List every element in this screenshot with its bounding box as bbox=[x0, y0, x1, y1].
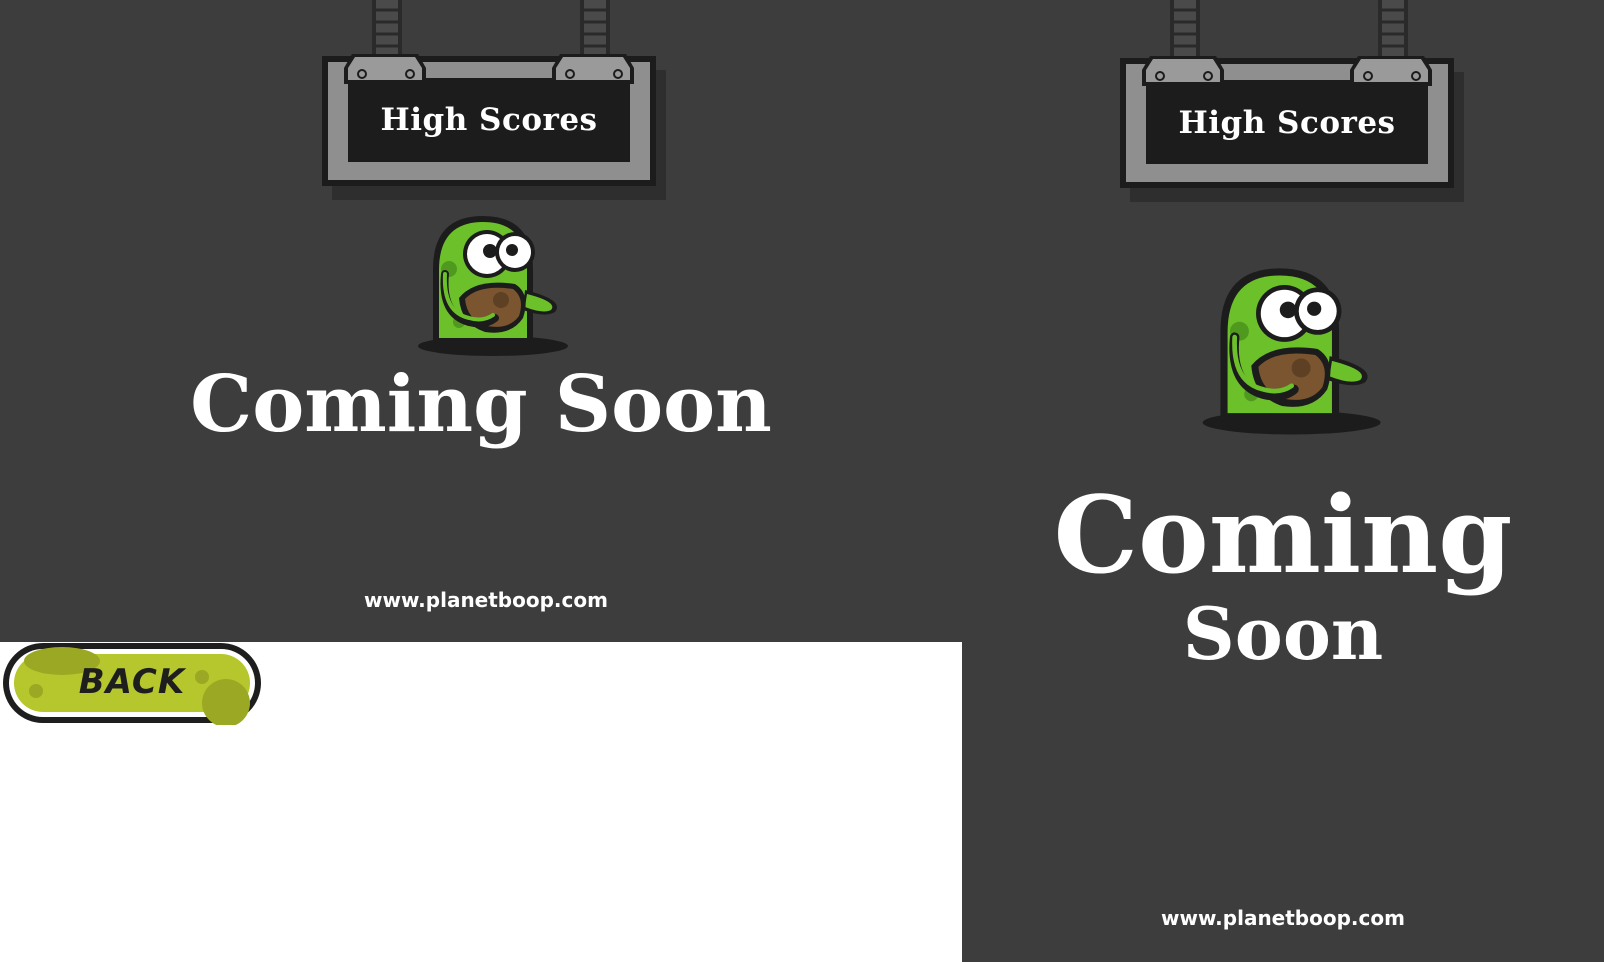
sign-title: High Scores bbox=[1178, 105, 1396, 141]
high-scores-sign: High Scores bbox=[318, 0, 672, 200]
back-button[interactable]: BACK bbox=[0, 641, 264, 725]
mascot-image bbox=[415, 214, 575, 359]
coming-title-line1: Coming bbox=[1053, 472, 1513, 597]
hanging-sign-icon bbox=[1120, 0, 1464, 202]
green-alien-mascot-icon bbox=[1202, 268, 1381, 435]
sign-title: High Scores bbox=[380, 102, 598, 138]
green-alien-mascot-icon bbox=[418, 216, 568, 356]
coming-title-line2: Soon bbox=[1182, 591, 1384, 676]
mascot-image bbox=[1199, 266, 1389, 438]
website-url: www.planetboop.com bbox=[364, 588, 608, 612]
portrait-screen: High Scores Coming Soon www.planetboop.c bbox=[962, 0, 1604, 962]
coming-soon-title: Coming Soon bbox=[190, 359, 772, 450]
landscape-screen: High Scores Coming Soon www.planetboop.c… bbox=[0, 0, 962, 642]
website-url: www.planetboop.com bbox=[1161, 906, 1405, 930]
hanging-sign-icon bbox=[322, 0, 666, 200]
high-scores-sign: High Scores bbox=[1116, 0, 1470, 204]
back-button-label: BACK bbox=[78, 662, 186, 702]
